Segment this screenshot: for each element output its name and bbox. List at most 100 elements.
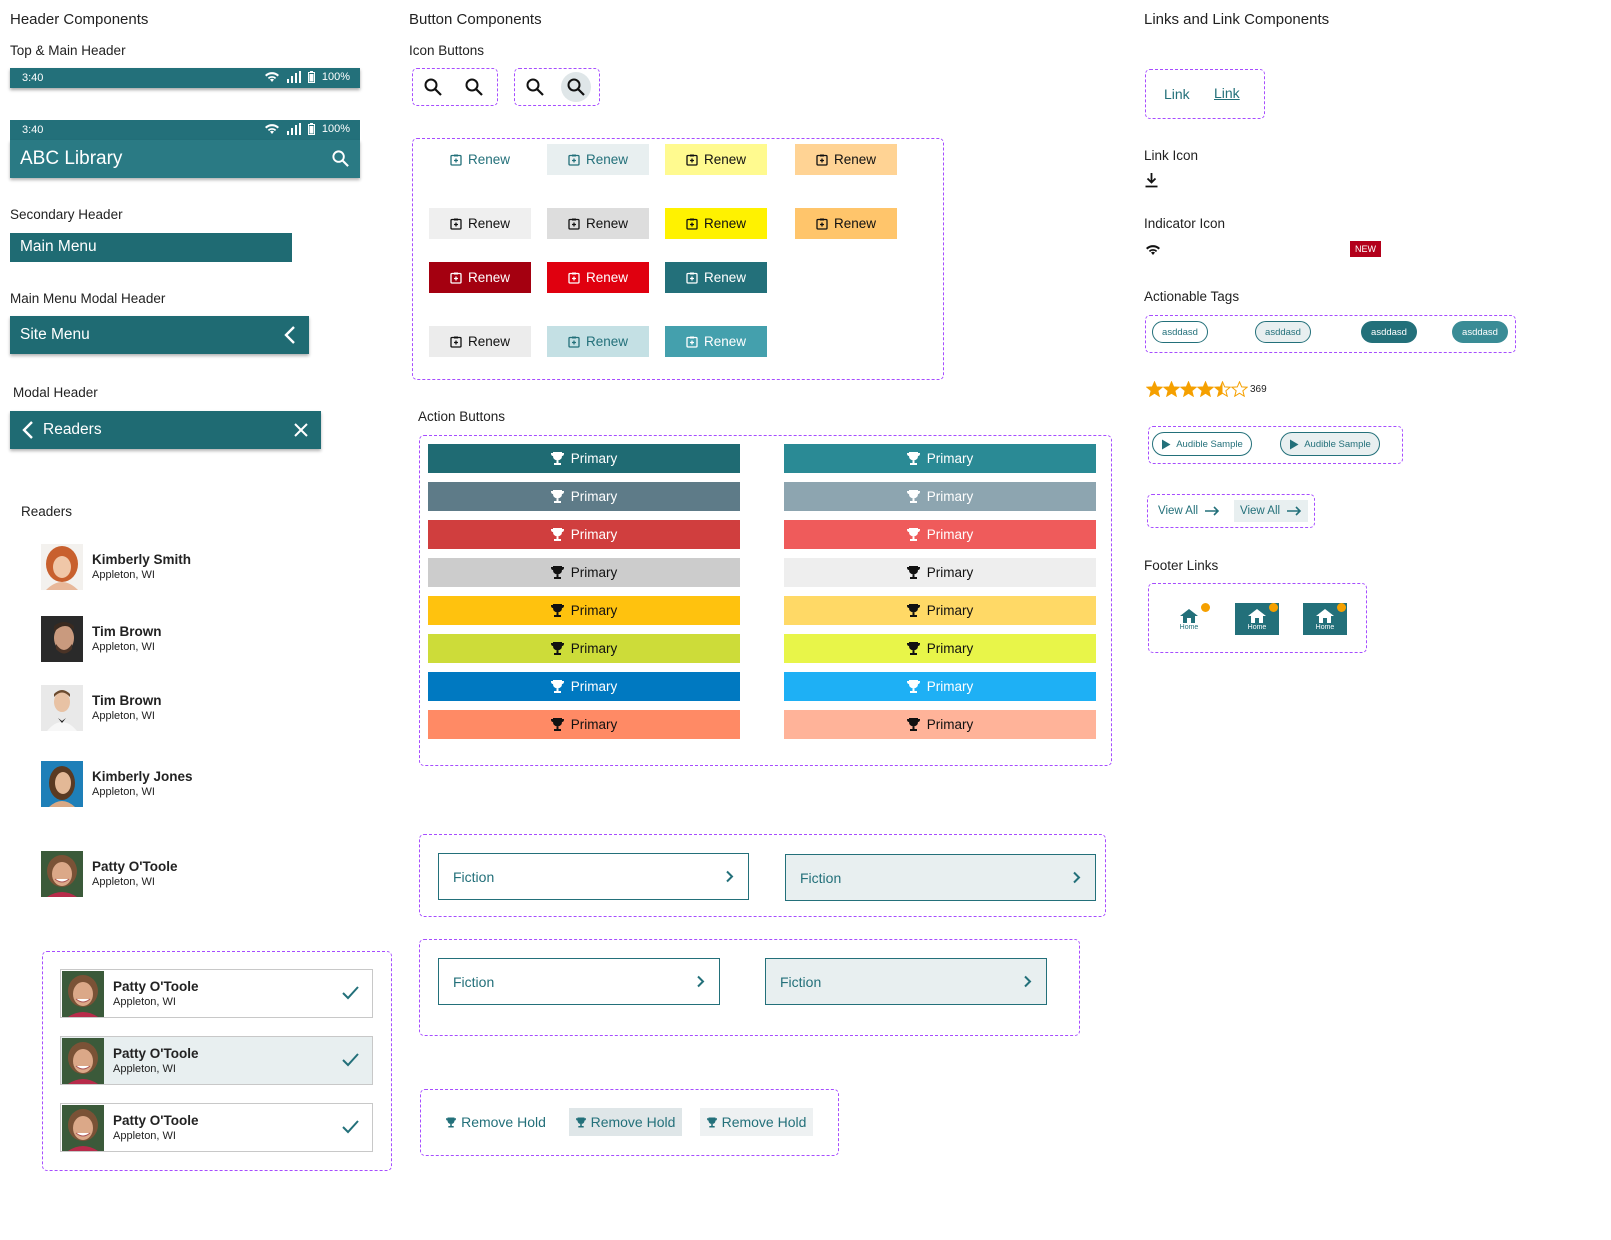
modal-header-title: Readers (43, 421, 102, 438)
wifi-icon (264, 124, 279, 134)
chevron-right-icon (726, 870, 734, 883)
link-group (1145, 69, 1265, 119)
reader-city: Appleton, WI (92, 710, 155, 722)
view-all-link[interactable]: View All (1234, 500, 1309, 522)
audible-sample-button[interactable]: Audible Sample (1280, 432, 1380, 456)
renew-button[interactable]: Renew (547, 326, 649, 357)
renew-icon (686, 336, 698, 348)
renew-button[interactable]: Renew (665, 262, 767, 293)
renew-icon (686, 218, 698, 230)
secondary-header[interactable]: Main Menu (10, 233, 292, 262)
renew-button[interactable]: Renew (665, 326, 767, 357)
renew-button[interactable]: Renew (547, 144, 649, 175)
renew-button[interactable]: Renew (665, 208, 767, 239)
footer-links-label: Footer Links (1144, 558, 1219, 573)
renew-button[interactable]: Renew (547, 262, 649, 293)
primary-button[interactable]: Primary (784, 634, 1096, 663)
link-hover[interactable]: Link (1214, 85, 1240, 101)
renew-label: Renew (467, 152, 511, 167)
renew-button[interactable]: Renew (795, 144, 897, 175)
trophy-icon (906, 528, 920, 541)
reader-city: Appleton, WI (92, 786, 155, 798)
reader-card[interactable]: Patty O'Toole Appleton, WI (60, 1036, 373, 1085)
check-icon (342, 1053, 359, 1067)
primary-label: Primary (926, 603, 974, 618)
battery-percent: 100% (321, 71, 350, 83)
star-icon (1180, 381, 1197, 397)
chevron-left-icon[interactable] (21, 420, 35, 440)
search-icon[interactable] (566, 77, 586, 97)
home-label: Home (1315, 623, 1335, 631)
primary-label: Primary (570, 489, 618, 504)
remove-hold-button[interactable]: Remove Hold (569, 1108, 682, 1136)
home-icon (1180, 608, 1198, 623)
search-icon[interactable] (331, 149, 350, 168)
reader-card[interactable]: Patty O'Toole Appleton, WI (60, 969, 373, 1018)
primary-button[interactable]: Primary (428, 444, 740, 473)
fiction-button[interactable]: Fiction (438, 958, 720, 1005)
reader-name[interactable]: Tim Brown (92, 693, 162, 708)
search-icon[interactable] (525, 77, 545, 97)
primary-button[interactable]: Primary (428, 520, 740, 549)
main-header-title: ABC Library (20, 148, 123, 169)
link[interactable]: Link (1164, 86, 1190, 102)
action-buttons-label: Action Buttons (418, 409, 506, 424)
status-bar: 3:40 100% (10, 120, 360, 140)
button-components-title: Button Components (409, 11, 542, 28)
view-all-link[interactable]: View All (1154, 500, 1224, 522)
fiction-button[interactable]: Fiction (438, 853, 749, 900)
primary-button[interactable]: Primary (428, 558, 740, 587)
renew-button[interactable]: Renew (665, 144, 767, 175)
reader-name[interactable]: Tim Brown (92, 624, 162, 639)
renew-label: Renew (467, 334, 511, 349)
view-all-label: View All (1158, 505, 1199, 517)
primary-button[interactable]: Primary (784, 444, 1096, 473)
renew-button[interactable]: Renew (429, 144, 531, 175)
tag[interactable]: asddasd (1361, 321, 1417, 343)
audible-sample-button[interactable]: Audible Sample (1152, 432, 1252, 456)
primary-button[interactable]: Primary (428, 672, 740, 701)
primary-button[interactable]: Primary (784, 482, 1096, 511)
primary-label: Primary (926, 679, 974, 694)
download-icon[interactable] (1144, 172, 1159, 188)
reader-name[interactable]: Patty O'Toole (92, 859, 177, 874)
renew-icon (450, 272, 462, 284)
trophy-icon (906, 604, 920, 617)
reader-city: Appleton, WI (113, 1130, 176, 1142)
renew-button[interactable]: Renew (429, 326, 531, 357)
check-icon (342, 1120, 359, 1134)
renew-button[interactable]: Renew (795, 208, 897, 239)
primary-button[interactable]: Primary (784, 520, 1096, 549)
remove-hold-button[interactable]: Remove Hold (440, 1108, 552, 1136)
renew-button[interactable]: Renew (429, 208, 531, 239)
tag[interactable]: asddasd (1152, 321, 1208, 343)
primary-button[interactable]: Primary (428, 634, 740, 663)
chevron-right-icon (697, 975, 705, 988)
primary-button[interactable]: Primary (784, 558, 1096, 587)
primary-button[interactable]: Primary (784, 710, 1096, 739)
fiction-button[interactable]: Fiction (785, 854, 1096, 901)
trophy-icon (906, 718, 920, 731)
renew-button[interactable]: Renew (429, 262, 531, 293)
avatar (41, 685, 83, 731)
primary-button[interactable]: Primary (784, 672, 1096, 701)
primary-button[interactable]: Primary (428, 710, 740, 739)
search-icon[interactable] (464, 77, 484, 97)
primary-button[interactable]: Primary (428, 482, 740, 511)
search-icon[interactable] (423, 77, 443, 97)
reader-card[interactable]: Patty O'Toole Appleton, WI (60, 1103, 373, 1152)
fiction-button[interactable]: Fiction (765, 958, 1047, 1005)
renew-icon (686, 272, 698, 284)
reader-name[interactable]: Kimberly Jones (92, 769, 193, 784)
home-icon (1316, 608, 1334, 623)
close-icon[interactable] (293, 422, 309, 438)
primary-button[interactable]: Primary (428, 596, 740, 625)
primary-button[interactable]: Primary (784, 596, 1096, 625)
tag[interactable]: asddasd (1452, 321, 1508, 343)
tag[interactable]: asddasd (1255, 321, 1311, 343)
trophy-icon (906, 680, 920, 693)
chevron-left-icon[interactable] (283, 325, 297, 345)
renew-button[interactable]: Renew (547, 208, 649, 239)
remove-hold-button[interactable]: Remove Hold (700, 1108, 813, 1136)
reader-name[interactable]: Kimberly Smith (92, 552, 191, 567)
